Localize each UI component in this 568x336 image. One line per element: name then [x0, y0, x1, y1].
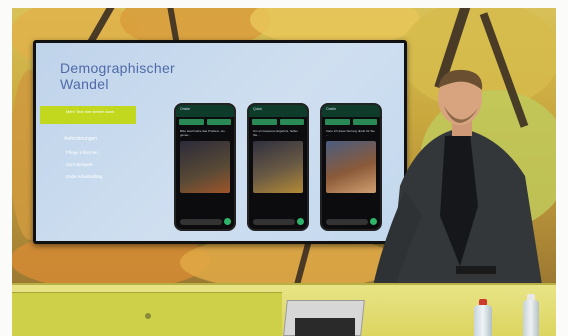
phone-button: [279, 119, 304, 125]
photo-frame-top: [0, 0, 568, 8]
phone-button: [206, 119, 231, 125]
slide-bullet: Ende Arbeitsalltag: [66, 174, 103, 179]
phone-photo: [253, 141, 303, 193]
photo-frame-left: [0, 0, 12, 336]
phone-button: [252, 119, 277, 125]
water-bottle: [474, 305, 492, 336]
water-bottle: [523, 300, 539, 336]
photo-frame-right: [556, 0, 568, 336]
phone-button: [325, 119, 350, 125]
phone-input: [253, 219, 295, 225]
tv-screen: Demographischer Wandel Mehr Text hier st…: [33, 40, 407, 244]
slide-bullet: Pflege Informier...: [66, 150, 102, 155]
slide-sub-heading: Anforderungen: [64, 136, 98, 142]
phone-button: [179, 119, 204, 125]
phone-mockup: Onsite Bitte beschreibe das Problem, wo …: [174, 103, 236, 231]
phone-header: Quick: [249, 105, 307, 117]
counter-knob: [145, 313, 151, 319]
slide-tag-text: Mehr Text hier stehen kann: [66, 109, 115, 114]
phone-caption: Bitte beschreibe das Problem, wo genau..…: [180, 129, 225, 137]
presenter-belt: [456, 266, 496, 274]
phone-header: Onsite: [176, 105, 234, 117]
phone-mockup: Quick Um ein besseres Ergebnis, helfen S…: [247, 103, 309, 231]
send-icon: [224, 218, 231, 225]
slide-bullet: Zum Beispiel..: [66, 162, 95, 167]
presentation-slide: Demographischer Wandel Mehr Text hier st…: [36, 43, 404, 241]
send-icon: [297, 218, 304, 225]
phone-caption: Um ein besseres Ergebnis, helfen Sie ...: [253, 129, 299, 137]
slide-title: Demographischer Wandel: [60, 60, 175, 92]
photo-scene: Demographischer Wandel Mehr Text hier st…: [0, 0, 568, 336]
phone-input: [180, 219, 222, 225]
laptop-screen: [295, 318, 355, 336]
phone-photo: [180, 141, 230, 193]
